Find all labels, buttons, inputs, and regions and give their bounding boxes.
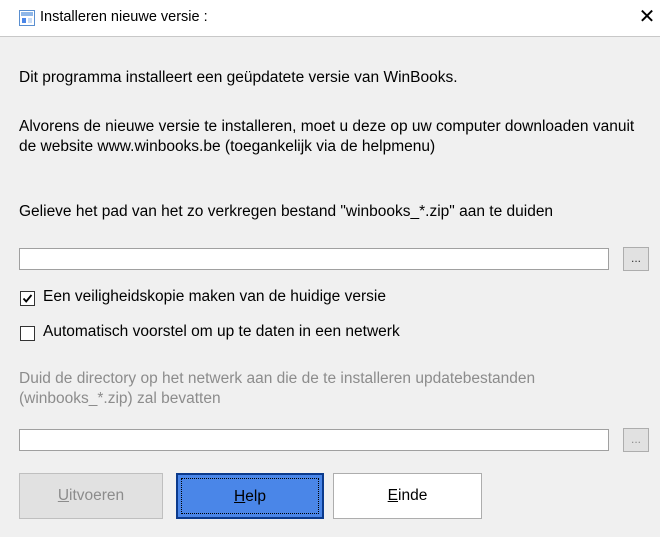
end-button-accel: E [387, 487, 399, 504]
app-icon [19, 10, 35, 26]
window-title: Installeren nieuwe versie : [40, 9, 208, 25]
network-path-input[interactable] [20, 430, 608, 450]
path-prompt: Gelieve het pad van het zo verkregen bes… [19, 203, 554, 220]
network-checkbox[interactable] [20, 326, 35, 341]
help-button-label: elp [245, 488, 266, 505]
close-icon[interactable]: ✕ [636, 5, 658, 29]
title-bar: Installeren nieuwe versie : ✕ [0, 0, 660, 37]
network-checkbox-label[interactable]: Automatisch voorstel om up te daten in e… [43, 323, 400, 341]
network-path-field[interactable] [19, 429, 609, 451]
end-button-label: inde [398, 487, 428, 504]
run-button[interactable]: Uitvoeren [19, 473, 163, 519]
browse-zip-button[interactable]: ... [623, 247, 649, 271]
intro-text: Dit programma installeert een geüpdatete… [19, 69, 458, 86]
backup-checkbox-label[interactable]: Een veiligheidskopie maken van de huidig… [43, 288, 386, 306]
run-button-label: itvoeren [69, 487, 125, 504]
run-button-accel: U [57, 487, 70, 504]
checkmark-icon [22, 294, 33, 303]
help-button[interactable]: Help [176, 473, 324, 519]
zip-path-field[interactable] [19, 248, 609, 270]
instructions-text: Alvorens de nieuwe versie te installeren… [19, 118, 635, 155]
end-button[interactable]: Einde [333, 473, 482, 519]
backup-checkbox[interactable] [20, 291, 35, 306]
network-prompt: Duid de directory op het netwerk aan die… [19, 370, 536, 407]
zip-path-input[interactable] [20, 249, 608, 269]
help-button-accel: H [234, 488, 246, 505]
browse-network-button[interactable]: ... [623, 428, 649, 452]
